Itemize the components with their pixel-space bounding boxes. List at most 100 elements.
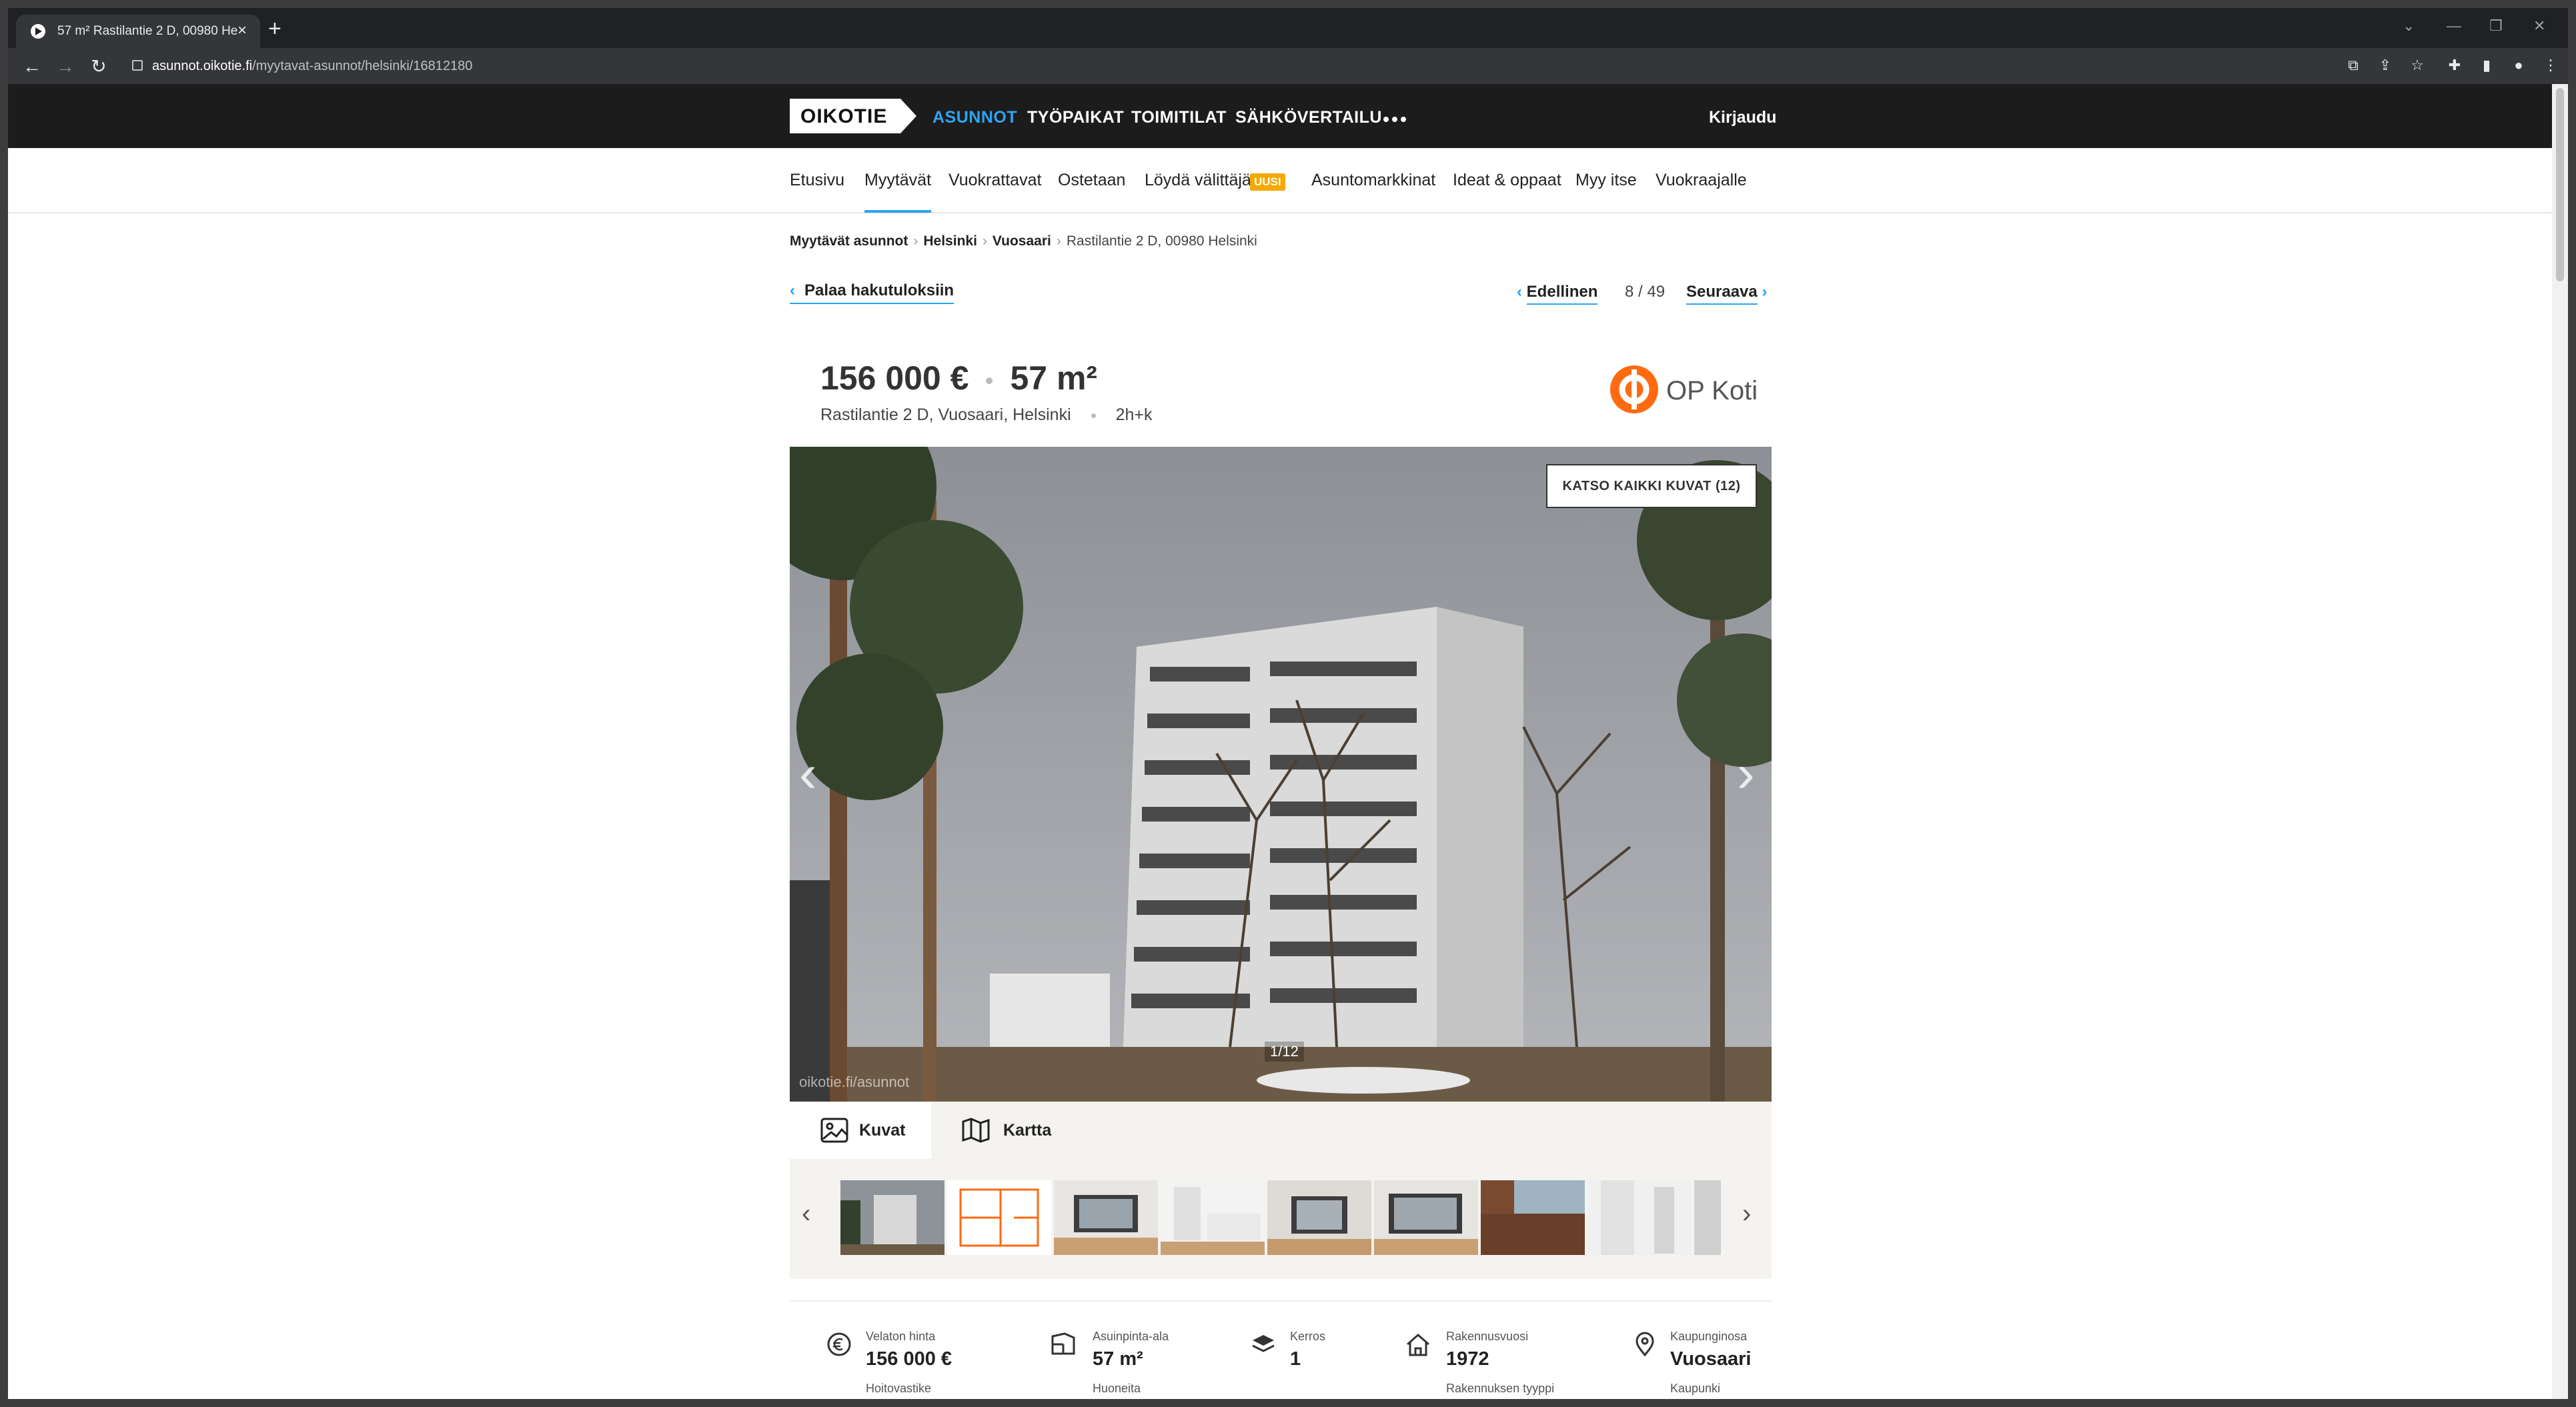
new-tab-icon[interactable]: + — [268, 16, 281, 42]
thumbnail-strip: ‹ › — [790, 1159, 1772, 1279]
site-header: OIKOTIE ASUNNOT TYÖPAIKAT TOIMITILAT SÄH… — [8, 84, 2552, 148]
chevron-left-icon: ‹ — [790, 281, 795, 299]
breadcrumb: Myytävät asunnot › Helsinki › Vuosaari › Rasti… — [790, 233, 1257, 249]
logo-text: OIKOTIE — [800, 105, 888, 127]
photo-counter: 1/12 — [1265, 1042, 1304, 1062]
thumb-prev-arrow-icon[interactable]: ‹ — [802, 1199, 810, 1229]
reload-icon[interactable]: ↻ — [85, 53, 112, 80]
new-badge: UUSI — [1250, 173, 1285, 191]
fact-label: Rakennusvuosi — [1446, 1330, 1529, 1343]
fact-value: 156 000 € — [866, 1348, 952, 1370]
thumbnail[interactable] — [1054, 1180, 1158, 1255]
agency-name: OP Koti — [1666, 376, 1758, 405]
chevron-left-icon: ‹ — [1517, 283, 1522, 301]
browser-tab[interactable]: 57 m² Rastilantie 2 D, 00980 Helsi… × — [16, 15, 260, 48]
thumbnail[interactable] — [1267, 1180, 1371, 1255]
tab-close-icon[interactable]: × — [237, 21, 247, 40]
next-link[interactable]: Seuraava › — [1686, 283, 1768, 305]
address-bar[interactable]: asunnot.oikotie.fi/myytavat-asunnot/hels… — [121, 52, 2343, 80]
back-to-results-link[interactable]: ‹ Palaa hakutuloksiin — [790, 281, 954, 304]
op-logo-icon — [1610, 365, 1658, 413]
thumb-next-arrow-icon[interactable]: › — [1742, 1199, 1751, 1229]
nav-sahkovertailu[interactable]: SÄHKÖVERTAILU — [1235, 108, 1382, 127]
breadcrumb-myytavat[interactable]: Myytävät asunnot — [790, 233, 908, 249]
back-arrow-icon[interactable]: ← — [19, 53, 45, 80]
minimize-icon[interactable]: — — [2447, 17, 2461, 35]
map-icon — [962, 1118, 990, 1143]
extensions-icon[interactable]: ✚ — [2447, 57, 2463, 73]
floorplan-thumbnail[interactable] — [947, 1180, 1051, 1255]
main-photo[interactable]: KATSO KAIKKI KUVAT (12) ‹ › 1/12 oikotie… — [790, 447, 1772, 1102]
agency-logo[interactable]: OP Koti — [1609, 363, 1758, 416]
listing-headline: 156 000 € 57 m² — [820, 359, 1097, 397]
thumbnail[interactable] — [840, 1180, 944, 1255]
divider — [790, 1300, 1772, 1302]
chevron-right-icon: › — [1762, 283, 1768, 301]
subnav-asuntomarkkinat[interactable]: Asuntomarkkinat — [1311, 171, 1435, 190]
lock-icon — [132, 60, 143, 71]
oikotie-logo[interactable]: OIKOTIE — [790, 99, 916, 133]
size: 57 m² — [1010, 359, 1098, 397]
subnav-vuokrattavat[interactable]: Vuokrattavat — [948, 171, 1041, 190]
translate-icon[interactable]: ⧉ — [2345, 57, 2361, 73]
fact-label: Hoitovastike — [866, 1382, 932, 1395]
building-photo-image — [790, 447, 1772, 1102]
fact-value: 1 — [1290, 1348, 1301, 1370]
menu-dots-icon[interactable]: ⋮ — [2543, 57, 2559, 73]
tab-title: 57 m² Rastilantie 2 D, 00980 Helsi… — [57, 24, 237, 38]
thumbnail[interactable] — [1161, 1180, 1265, 1255]
browser-toolbar: ← → ↻ asunnot.oikotie.fi/myytavat-asunno… — [8, 48, 2568, 84]
photo-prev-arrow-icon[interactable]: ‹ — [799, 747, 817, 800]
image-icon — [820, 1118, 848, 1143]
subnav-myy-itse[interactable]: Myy itse — [1575, 171, 1637, 190]
gallery-tabs: Kuvat Kartta — [790, 1102, 1772, 1159]
nav-tyopaikat[interactable]: TYÖPAIKAT — [1027, 108, 1124, 127]
subnav-vuokraajalle[interactable]: Vuokraajalle — [1656, 171, 1747, 190]
nav-toimitilat[interactable]: TOIMITILAT — [1131, 108, 1227, 127]
subnav-ostetaan[interactable]: Ostetaan — [1058, 171, 1125, 190]
forward-arrow-icon[interactable]: → — [52, 53, 79, 80]
fact-value: 57 m² — [1093, 1348, 1143, 1370]
bookmark-star-icon[interactable]: ☆ — [2409, 57, 2425, 73]
page-scrollbar[interactable] — [2552, 84, 2568, 1399]
thumbnail[interactable] — [1481, 1180, 1585, 1255]
login-link[interactable]: Kirjaudu — [1709, 108, 1776, 127]
profile-icon[interactable]: ● — [2511, 57, 2527, 73]
address: Rastilantie 2 D, Vuosaari, Helsinki — [820, 405, 1071, 424]
layers-icon — [1252, 1335, 1275, 1352]
browser-window: 57 m² Rastilantie 2 D, 00980 Helsi… × + … — [8, 8, 2568, 1399]
more-dots-icon[interactable] — [1383, 113, 1409, 125]
nav-asunnot[interactable]: ASUNNOT — [932, 108, 1017, 127]
fact-value: 1972 — [1446, 1348, 1489, 1370]
tab-kartta[interactable]: Kartta — [931, 1102, 1083, 1159]
tab-kuvat[interactable]: Kuvat — [790, 1102, 931, 1159]
breadcrumb-helsinki[interactable]: Helsinki — [923, 233, 977, 249]
scrollbar-thumb[interactable] — [2556, 88, 2564, 281]
share-icon[interactable]: ⇪ — [2377, 57, 2393, 73]
thumbnail[interactable] — [1587, 1180, 1692, 1255]
window-close-icon[interactable]: ✕ — [2533, 17, 2545, 35]
side-panel-icon[interactable]: ▮ — [2479, 57, 2495, 73]
previous-link[interactable]: ‹ Edellinen — [1517, 283, 1598, 305]
oikotie-favicon-icon — [31, 24, 45, 39]
listing-subline: Rastilantie 2 D, Vuosaari, Helsinki 2h+k — [820, 405, 1153, 425]
photo-watermark: oikotie.fi/asunnot — [799, 1074, 910, 1090]
see-all-photos-button[interactable]: KATSO KAIKKI KUVAT (12) — [1546, 464, 1757, 508]
fact-label: Huoneita — [1093, 1382, 1141, 1395]
price: 156 000 € — [820, 359, 969, 397]
thumbnail[interactable] — [1694, 1180, 1721, 1255]
thumbnail[interactable] — [1374, 1180, 1478, 1255]
photo-next-arrow-icon[interactable]: › — [1737, 747, 1755, 800]
tab-search-icon[interactable]: ⌄ — [2403, 17, 2415, 35]
house-icon — [1407, 1334, 1429, 1356]
maximize-icon[interactable]: ❐ — [2489, 17, 2503, 35]
subnav-ideat-oppaat[interactable]: Ideat & oppaat — [1453, 171, 1561, 190]
fact-label: Kaupunki — [1670, 1382, 1721, 1395]
subnav-etusivu[interactable]: Etusivu — [790, 171, 844, 190]
subnav-loyda-valittaja[interactable]: Löydä välittäjä — [1145, 171, 1251, 190]
fact-label: Velaton hinta — [866, 1330, 936, 1343]
subnav-myytavat[interactable]: Myytävät — [864, 171, 932, 213]
breadcrumb-vuosaari[interactable]: Vuosaari — [993, 233, 1051, 249]
breadcrumb-current: Rastilantie 2 D, 00980 Helsinki — [1066, 233, 1257, 249]
url-text: asunnot.oikotie.fi/myytavat-asunnot/hels… — [152, 59, 473, 73]
